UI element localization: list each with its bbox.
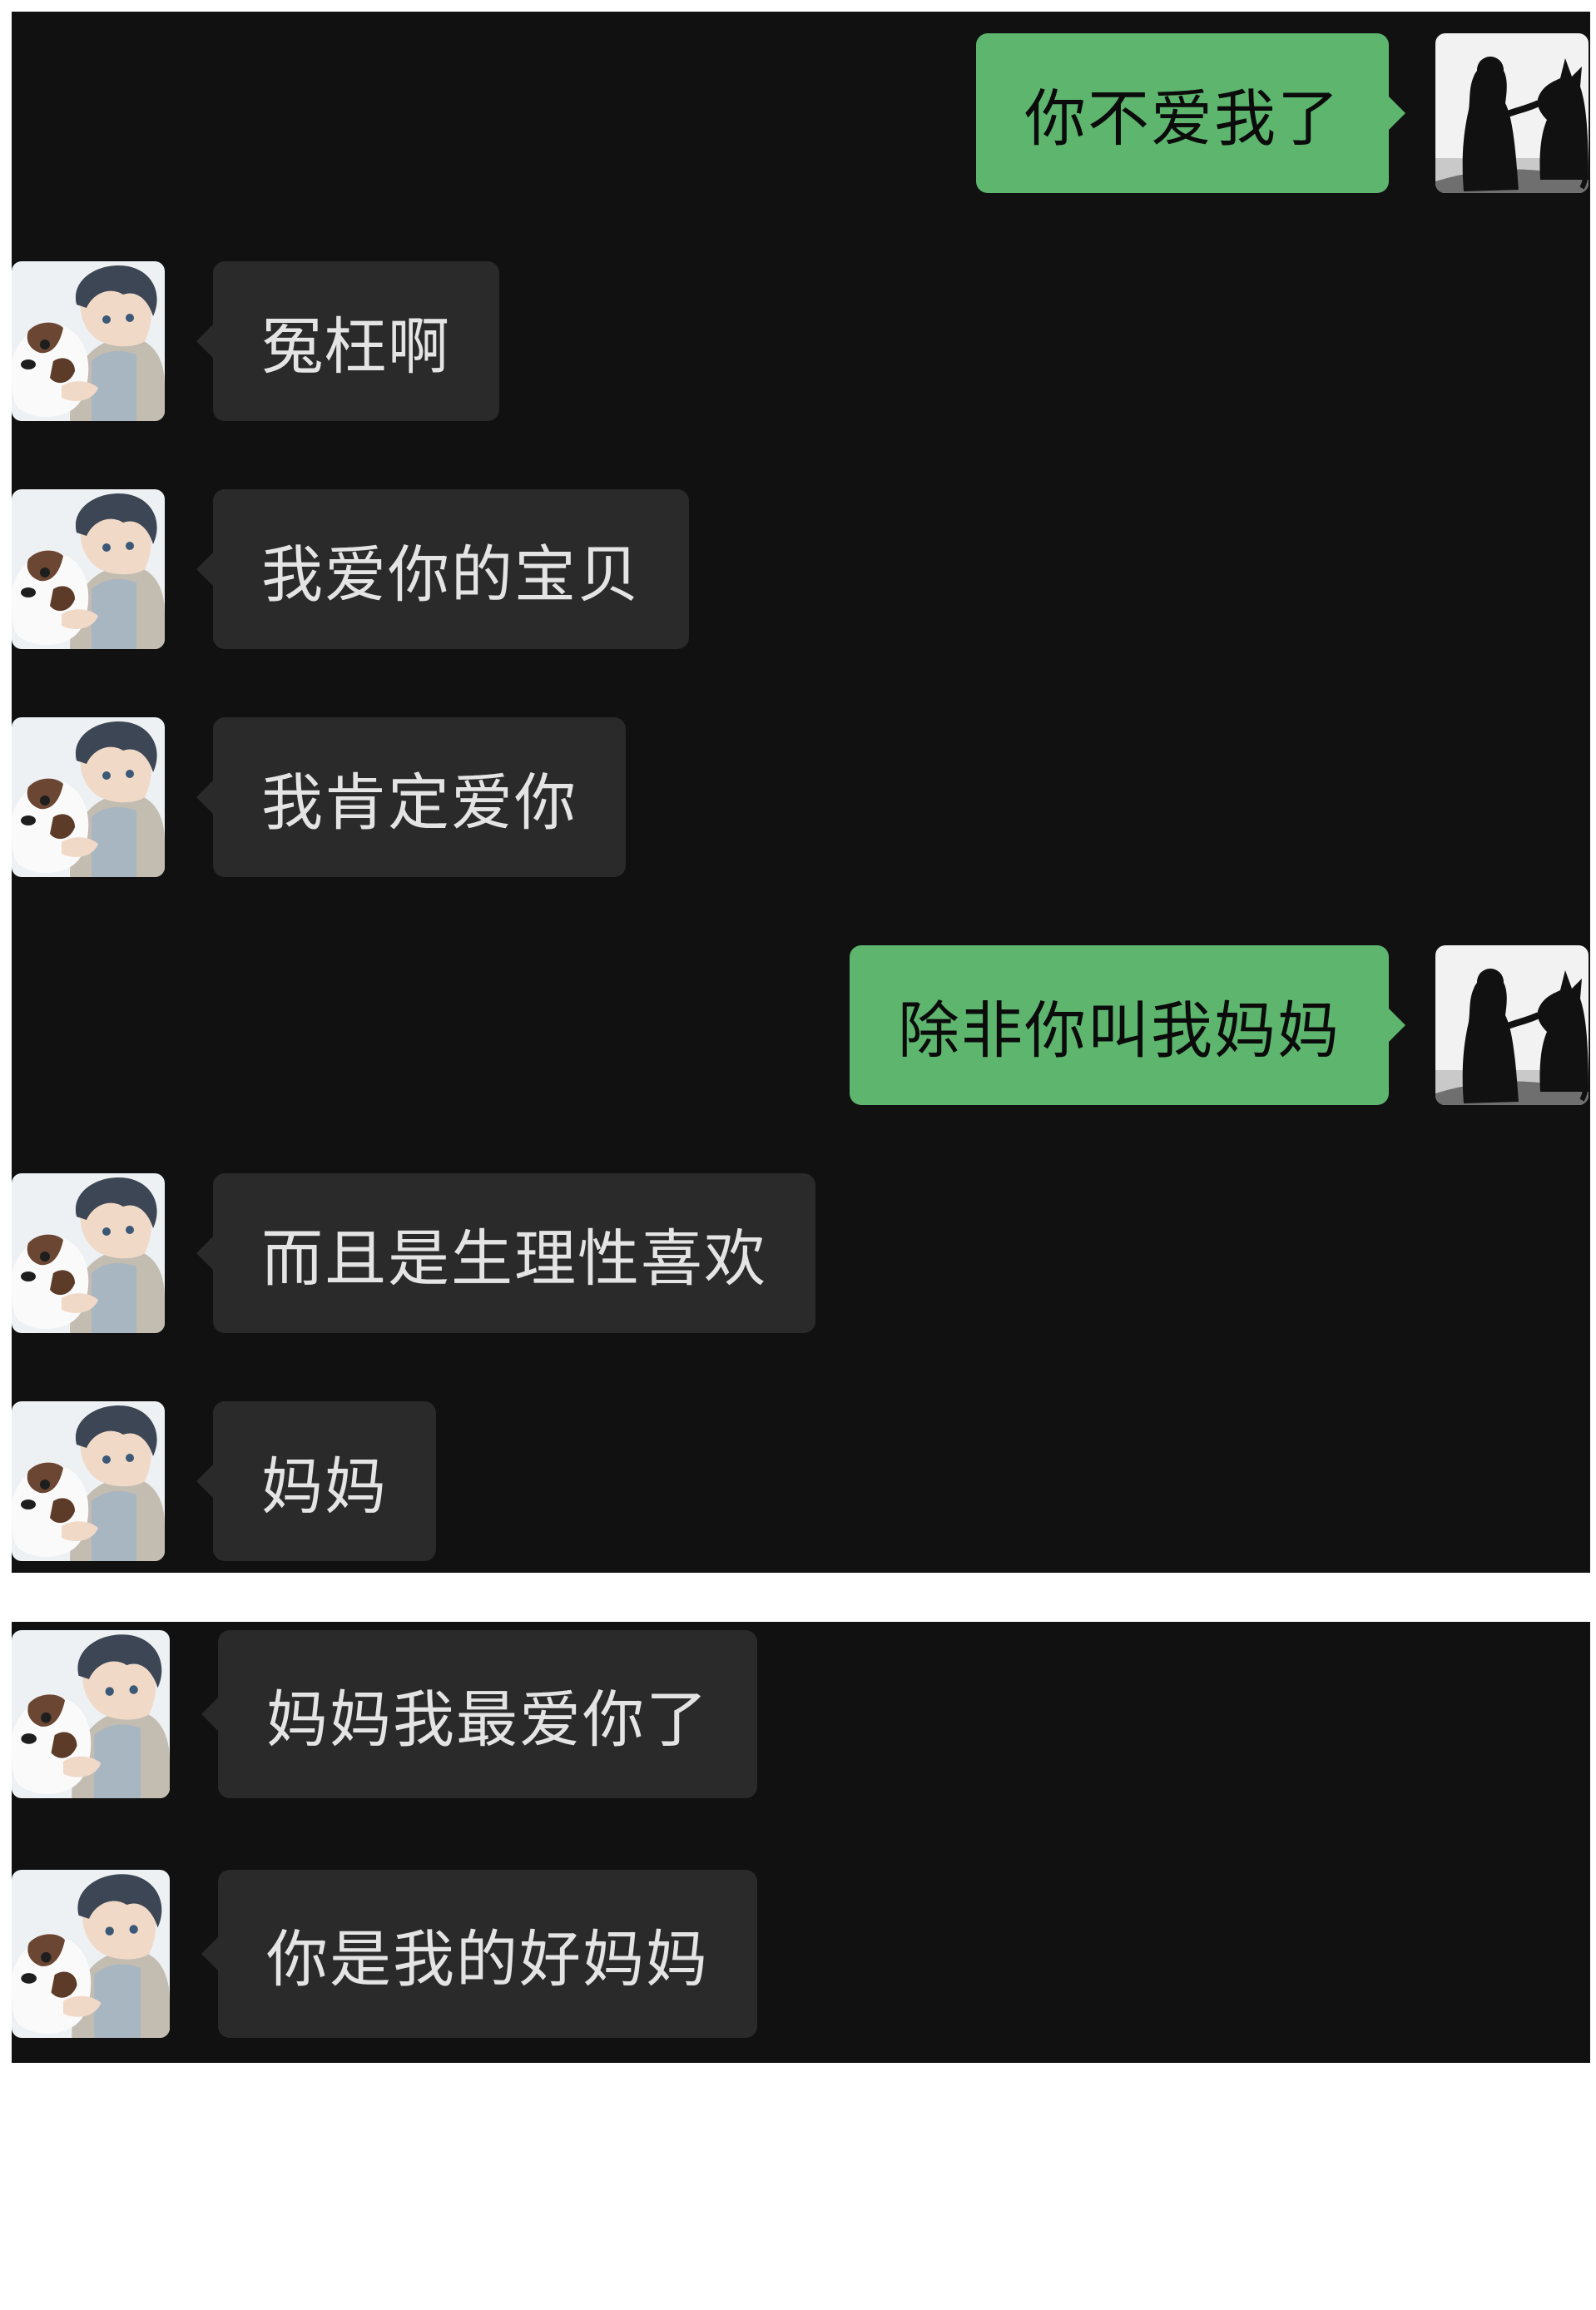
incoming-message-bubble[interactable]: 妈妈我最爱你了 <box>201 1630 757 1798</box>
message-row: 你是我的好妈妈 <box>12 1870 1590 2038</box>
anime-boy-with-puppy-avatar-icon[interactable] <box>12 1870 170 2038</box>
silhouette-girl-and-dog-avatar-icon[interactable] <box>1435 33 1589 193</box>
anime-boy-with-puppy-avatar-icon[interactable] <box>12 489 165 649</box>
anime-boy-with-puppy-avatar-icon[interactable] <box>12 717 165 877</box>
message-row: 妈妈 <box>12 1401 1590 1561</box>
outgoing-message-bubble[interactable]: 你不爱我了 <box>976 33 1405 193</box>
message-row: 妈妈我最爱你了 <box>12 1630 1590 1798</box>
message-row: 而且是生理性喜欢 <box>12 1173 1590 1333</box>
incoming-message-bubble[interactable]: 而且是生理性喜欢 <box>196 1173 815 1333</box>
incoming-message-bubble[interactable]: 我肯定爱你 <box>196 717 626 877</box>
anime-boy-with-puppy-avatar-icon[interactable] <box>12 261 165 421</box>
anime-boy-with-puppy-avatar-icon[interactable] <box>12 1401 165 1561</box>
incoming-message-bubble[interactable]: 冤枉啊 <box>196 261 499 421</box>
incoming-message-bubble[interactable]: 你是我的好妈妈 <box>201 1870 757 2038</box>
message-row: 除非你叫我妈妈 <box>12 945 1590 1105</box>
incoming-message-bubble[interactable]: 妈妈 <box>196 1401 436 1561</box>
chat-panel-bottom: 妈妈我最爱你了 你是我的好妈妈 <box>12 1622 1590 2063</box>
outgoing-message-bubble[interactable]: 除非你叫我妈妈 <box>850 945 1405 1105</box>
message-row: 你不爱我了 <box>12 33 1590 193</box>
message-row: 我肯定爱你 <box>12 717 1590 877</box>
message-row: 我爱你的宝贝 <box>12 489 1590 649</box>
silhouette-girl-and-dog-avatar-icon[interactable] <box>1435 945 1589 1105</box>
anime-boy-with-puppy-avatar-icon[interactable] <box>12 1173 165 1333</box>
message-row: 冤枉啊 <box>12 261 1590 421</box>
anime-boy-with-puppy-avatar-icon[interactable] <box>12 1630 170 1798</box>
incoming-message-bubble[interactable]: 我爱你的宝贝 <box>196 489 689 649</box>
chat-panel-top: 你不爱我了 冤枉啊 我爱你的宝贝 我肯定爱你 除非你叫我妈妈 而且是生理性喜欢 … <box>12 12 1590 1573</box>
